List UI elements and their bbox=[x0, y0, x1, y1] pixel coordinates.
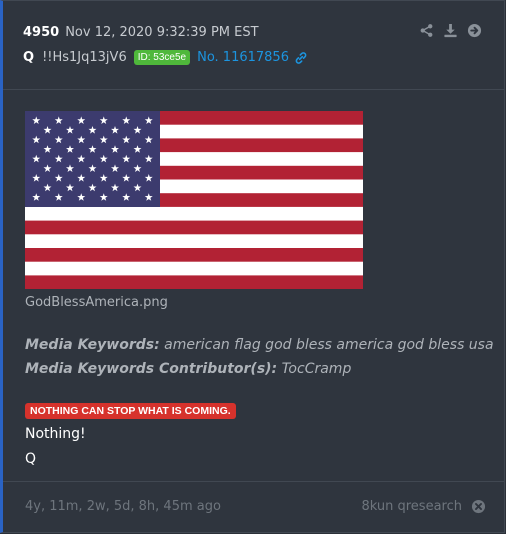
post-body-line: Nothing! bbox=[25, 426, 86, 442]
media-keywords-label: Media Keywords: bbox=[25, 337, 160, 353]
post-tripcode: !!Hs1Jq13jV6 bbox=[42, 50, 127, 65]
post-number: 4950 bbox=[23, 25, 60, 40]
media-contributors-label: Media Keywords Contributor(s): bbox=[25, 361, 278, 377]
post-author-row: Q !!Hs1Jq13jV6 ID: 53ce5e No. 11617856 bbox=[23, 50, 308, 65]
id-badge: ID: 53ce5e bbox=[133, 50, 191, 65]
post-header: 4950 Nov 12, 2020 9:32:39 PM EST Q !!Hs1J… bbox=[3, 1, 504, 90]
board-name[interactable]: 8kun qresearch bbox=[361, 499, 462, 514]
link-icon[interactable] bbox=[294, 51, 308, 65]
post-footer: 4y, 11m, 2w, 5d, 8h, 45m ago 8kun qresea… bbox=[3, 481, 504, 532]
media-contributors-value: TocCramp bbox=[281, 361, 352, 377]
media-contributors: Media Keywords Contributor(s): TocCramp bbox=[25, 361, 351, 377]
post-signature: Q bbox=[25, 451, 37, 467]
post-card: 4950 Nov 12, 2020 9:32:39 PM EST Q !!Hs1J… bbox=[0, 0, 505, 533]
media-keywords: Media Keywords: american flag god bless … bbox=[25, 337, 494, 353]
share-icon[interactable] bbox=[419, 23, 434, 38]
close-icon[interactable] bbox=[471, 499, 486, 514]
download-icon[interactable] bbox=[443, 23, 458, 38]
red-text-label: NOTHING CAN STOP WHAT IS COMING. bbox=[25, 403, 236, 419]
post-meta-row: 4950 Nov 12, 2020 9:32:39 PM EST bbox=[23, 25, 259, 40]
post-author: Q bbox=[23, 50, 35, 65]
post-timestamp: Nov 12, 2020 9:32:39 PM EST bbox=[65, 25, 259, 40]
arrow-right-circle-icon[interactable] bbox=[467, 23, 482, 38]
american-flag-image[interactable] bbox=[25, 111, 363, 289]
media-keywords-value: american flag god bless america god bles… bbox=[164, 337, 494, 353]
post-link[interactable]: No. 11617856 bbox=[197, 50, 289, 65]
media-filename[interactable]: GodBlessAmerica.png bbox=[25, 295, 168, 310]
post-actions bbox=[419, 23, 482, 38]
post-age: 4y, 11m, 2w, 5d, 8h, 45m ago bbox=[25, 499, 221, 514]
